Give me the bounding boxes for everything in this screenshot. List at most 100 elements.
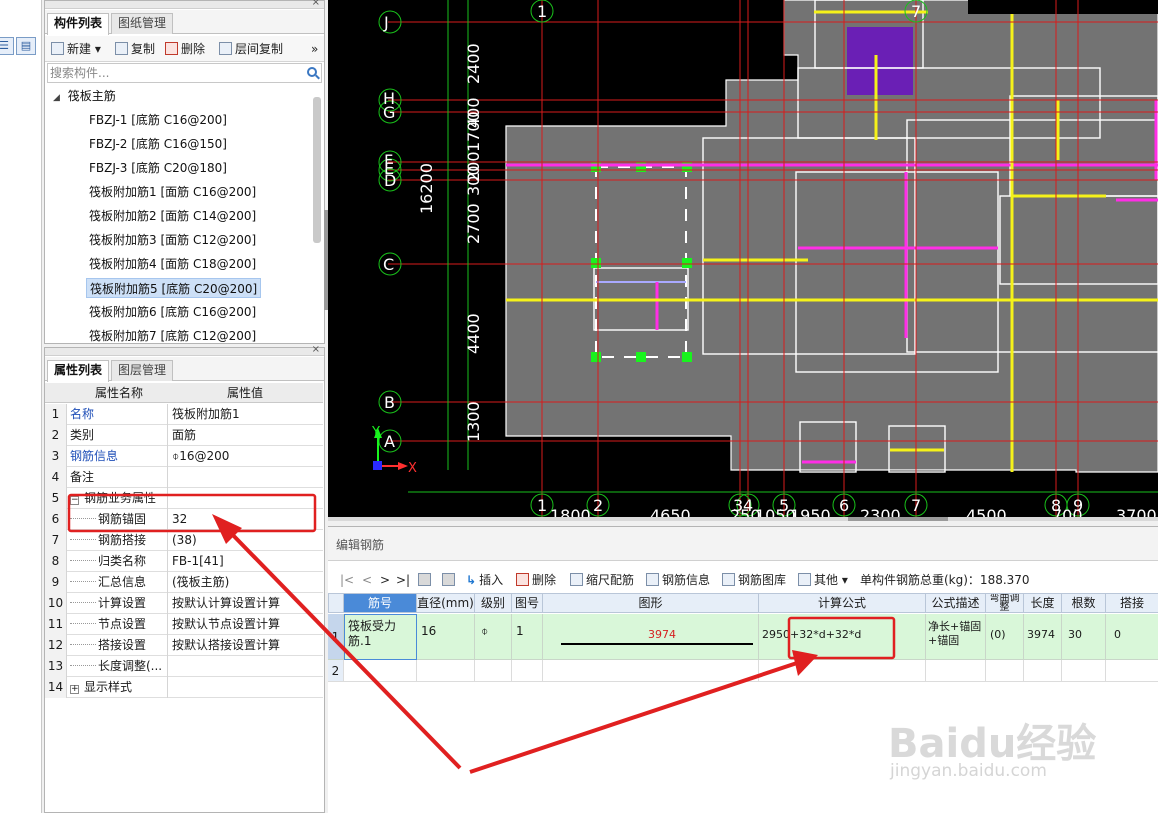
tab-drawing-management[interactable]: 图纸管理	[111, 13, 174, 34]
cell-bend-adjust[interactable]: (0)	[986, 614, 1024, 660]
col-header-grade[interactable]: 级别	[475, 593, 512, 613]
tree-root[interactable]: ◢ 筏板主筋	[53, 86, 116, 106]
prev-button[interactable]: <	[362, 571, 372, 589]
cell-empty[interactable]	[926, 660, 986, 682]
next-button[interactable]: >	[380, 571, 390, 589]
property-row[interactable]: 6 钢筋锚固 32	[45, 509, 323, 530]
expand-icon[interactable]: +	[70, 685, 79, 694]
cell-diameter[interactable]: 16	[417, 614, 475, 660]
cell-empty[interactable]	[1062, 660, 1106, 682]
tab-component-list[interactable]: 构件列表	[47, 13, 110, 35]
cell-empty[interactable]	[417, 660, 475, 682]
column[interactable]	[847, 27, 913, 95]
cell-empty[interactable]	[759, 660, 926, 682]
move-down-icon[interactable]	[442, 571, 458, 589]
panel-splitter[interactable]	[324, 210, 328, 310]
cad-drawing-area[interactable]: J H G F E D C B A 1 2 3 4 5 6 7 8 9 1 7 …	[328, 0, 1158, 517]
list-item[interactable]: 筏板附加筋1 [面筋 C16@200]	[89, 182, 256, 202]
property-value[interactable]: (筏板主筋)	[169, 572, 323, 593]
property-value[interactable]: ⌽16@200	[169, 446, 323, 467]
property-row[interactable]: 5− 钢筋业务属性	[45, 488, 323, 509]
insert-button[interactable]: ↳ 插入	[466, 571, 503, 589]
property-row[interactable]: 12 搭接设置 按默认搭接设置计算	[45, 635, 323, 656]
property-value[interactable]: 按默认搭接设置计算	[169, 635, 323, 656]
tab-property-list[interactable]: 属性列表	[47, 360, 110, 382]
property-value[interactable]	[169, 488, 323, 509]
more-button[interactable]: »	[311, 40, 318, 58]
property-row[interactable]: 1 名称 筏板附加筋1	[45, 404, 323, 425]
search-input[interactable]	[48, 64, 288, 82]
property-row[interactable]: 10 计算设置 按默认计算设置计算	[45, 593, 323, 614]
cell-formula[interactable]: 2950+32*d+32*d	[759, 614, 926, 660]
col-header-shape[interactable]: 图形	[543, 593, 759, 613]
row-number[interactable]: 1	[328, 614, 344, 660]
col-header-formula[interactable]: 计算公式	[759, 593, 926, 613]
property-value[interactable]: 筏板附加筋1	[169, 404, 323, 425]
cell-empty[interactable]	[986, 660, 1024, 682]
delete-button[interactable]: 删除	[165, 40, 205, 58]
col-header-lap[interactable]: 搭接	[1106, 593, 1158, 613]
cell-empty[interactable]	[475, 660, 512, 682]
property-row[interactable]: 8 归类名称 FB-1[41]	[45, 551, 323, 572]
list-item[interactable]: FBZJ-2 [底筋 C16@150]	[89, 134, 227, 154]
raft-slab[interactable]	[505, 0, 1158, 473]
cad-scrollbar[interactable]	[328, 517, 1158, 521]
property-row[interactable]: 3 钢筋信息 ⌽16@200	[45, 446, 323, 467]
new-button[interactable]: 新建 ▾	[51, 40, 101, 58]
col-header-count[interactable]: 根数	[1062, 593, 1106, 613]
property-row[interactable]: 11 节点设置 按默认节点设置计算	[45, 614, 323, 635]
property-row[interactable]: 9 汇总信息 (筏板主筋)	[45, 572, 323, 593]
delete-row-button[interactable]: 删除	[516, 571, 556, 589]
property-row[interactable]: 14 + 显示样式	[45, 677, 323, 698]
last-button[interactable]: >|	[396, 571, 410, 589]
property-value[interactable]	[169, 467, 323, 488]
property-value[interactable]	[169, 656, 323, 677]
cell-empty[interactable]	[1106, 660, 1158, 682]
property-value[interactable]	[169, 677, 323, 698]
collapse-icon[interactable]: ◢	[53, 93, 60, 103]
list-item[interactable]: 筏板附加筋6 [底筋 C16@200]	[89, 302, 256, 322]
rebar-library-button[interactable]: 钢筋图库	[722, 571, 786, 589]
cell-empty[interactable]	[543, 660, 759, 682]
property-row[interactable]: 7 钢筋搭接 (38)	[45, 530, 323, 551]
close-icon[interactable]: ×	[312, 0, 320, 8]
row-number[interactable]: 2	[328, 660, 344, 682]
list-item[interactable]: 筏板附加筋3 [面筋 C12@200]	[89, 230, 256, 250]
list-item[interactable]: FBZJ-1 [底筋 C16@200]	[89, 110, 227, 130]
col-header-bend-adjust[interactable]: 弯曲调整	[986, 593, 1024, 613]
cell-count[interactable]: 30	[1062, 614, 1106, 660]
copy-button[interactable]: 复制	[115, 40, 155, 58]
floor-copy-button[interactable]: 层间复制	[219, 40, 283, 58]
col-header-formula-desc[interactable]: 公式描述	[926, 593, 986, 613]
col-header-bar-no[interactable]: 筋号	[344, 593, 417, 613]
move-up-icon[interactable]	[418, 571, 434, 589]
search-icon[interactable]	[307, 67, 317, 77]
cad-canvas[interactable]: J H G F E D C B A 1 2 3 4 5 6 7 8 9 1 7 …	[328, 0, 1158, 517]
col-header-diameter[interactable]: 直径(mm)	[417, 593, 475, 613]
property-value[interactable]: 32	[169, 509, 323, 530]
cell-bar-no[interactable]: 筏板受力筋.1	[344, 614, 417, 660]
cell-lap[interactable]: 0	[1106, 614, 1158, 660]
collapse-icon[interactable]: −	[70, 496, 79, 505]
property-row[interactable]: 2 类别 面筋	[45, 425, 323, 446]
cell-empty[interactable]	[1024, 660, 1062, 682]
cell-empty[interactable]	[344, 660, 417, 682]
cell-grade[interactable]: ⌽	[475, 614, 512, 660]
cell-length[interactable]: 3974	[1024, 614, 1062, 660]
tab-layer-management[interactable]: 图层管理	[111, 360, 174, 381]
property-value[interactable]: 按默认计算设置计算	[169, 593, 323, 614]
vertical-scrollbar[interactable]	[313, 97, 321, 243]
window-icon[interactable]: ▤	[16, 37, 36, 55]
scale-rebar-button[interactable]: 缩尺配筋	[570, 571, 634, 589]
cell-formula-desc[interactable]: 净长+锚固+锚固	[926, 614, 986, 660]
cell-empty[interactable]	[512, 660, 543, 682]
list-item[interactable]: FBZJ-3 [底筋 C20@180]	[89, 158, 227, 178]
rebar-info-button[interactable]: 钢筋信息	[646, 571, 710, 589]
cell-shape[interactable]: 3974	[543, 614, 759, 660]
list-item[interactable]: 筏板附加筋2 [面筋 C14@200]	[89, 206, 256, 226]
first-button[interactable]: |<	[340, 571, 354, 589]
list-item[interactable]: 筏板附加筋4 [面筋 C18@200]	[89, 254, 256, 274]
list-item-selected[interactable]: 筏板附加筋5 [底筋 C20@200]	[86, 278, 262, 298]
property-row[interactable]: 13 长度调整(...	[45, 656, 323, 677]
cell-fig-no[interactable]: 1	[512, 614, 543, 660]
